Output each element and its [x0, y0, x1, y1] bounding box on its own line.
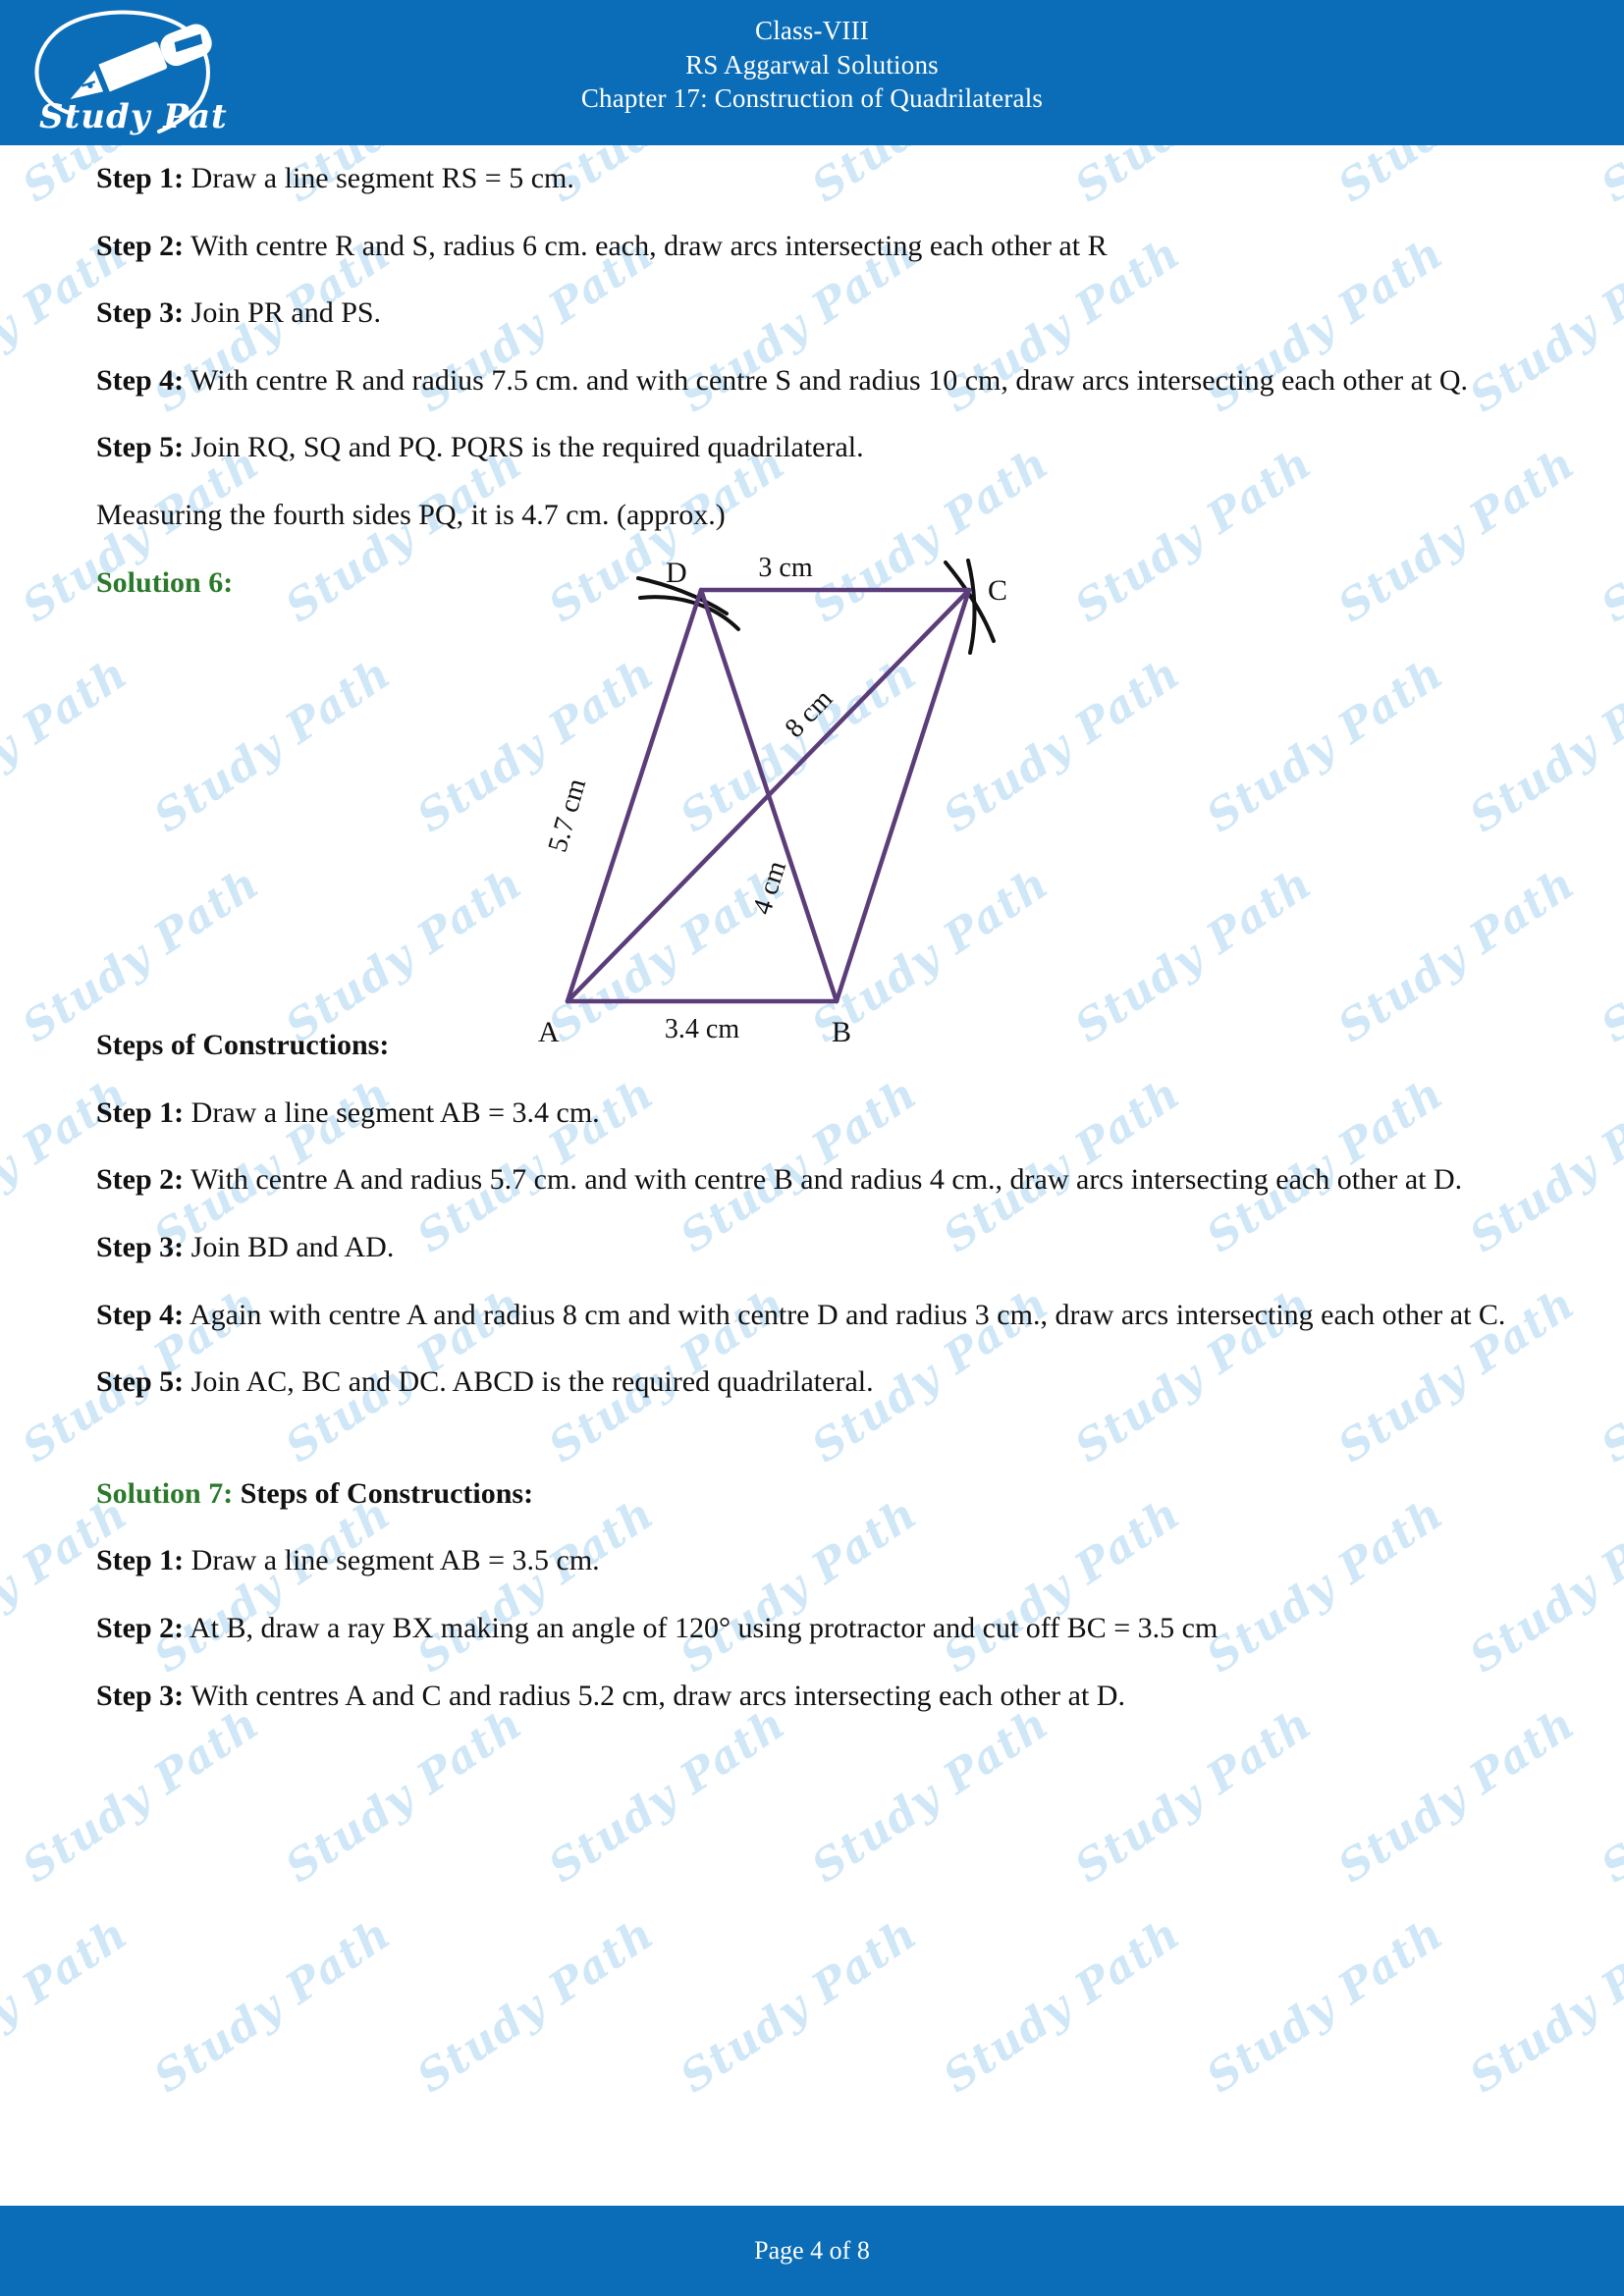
- watermark-text: Study Path: [408, 1908, 664, 2104]
- paragraph-step: Step 1: Draw a line segment AB = 3.4 cm.: [0, 1094, 1624, 1133]
- step-label: Step 2:: [96, 229, 185, 262]
- solution-7-heading: Solution 7: Steps of Constructions:: [0, 1474, 1624, 1514]
- watermark-text: Study Path: [1461, 1908, 1624, 2104]
- watermark-text: Study Path: [672, 1908, 927, 2104]
- paragraph-step: Step 2: With centre R and S, radius 6 cm…: [0, 227, 1624, 266]
- document-content: Step 1: Draw a line segment RS = 5 cm. S…: [0, 145, 1624, 1743]
- vertex-label-b: B: [832, 1016, 851, 1048]
- solution-7-heading-rest: Steps of Constructions:: [233, 1476, 534, 1510]
- header-chapter-line: Chapter 17: Construction of Quadrilatera…: [580, 83, 1044, 114]
- paragraph-measure: Measuring the fourth sides PQ, it is 4.7…: [0, 496, 1624, 535]
- edge-label-ad: 5.7 cm: [542, 775, 592, 856]
- step-text: With centre A and radius 5.7 cm. and wit…: [184, 1163, 1463, 1197]
- header-title-block: Class-VIII RS Aggarwal Solutions Chapter…: [0, 4, 1624, 116]
- paragraph-step: Step 4: Again with centre A and radius 8…: [0, 1296, 1624, 1335]
- page-number: Page 4 of 8: [754, 2236, 870, 2265]
- step-text: With centre R and S, radius 6 cm. each, …: [184, 229, 1108, 262]
- paragraph-step: Step 5: Join AC, BC and DC. ABCD is the …: [0, 1362, 1624, 1402]
- watermark-text: Study Path: [145, 1908, 401, 2104]
- watermark-text: Study Path: [935, 1908, 1190, 2104]
- step-text: Join RQ, SQ and PQ. PQRS is the required…: [184, 431, 864, 464]
- step-text: Draw a line segment AB = 3.4 cm.: [184, 1095, 600, 1129]
- measure-text: Measuring the fourth sides PQ, it is 4.7…: [96, 498, 726, 531]
- vertex-label-a: A: [538, 1016, 560, 1048]
- edge-label-bd: 4 cm: [747, 857, 793, 918]
- step-label: Step 5:: [96, 1365, 185, 1399]
- step-label: Step 3:: [96, 296, 185, 330]
- paragraph-step: Step 3: Join BD and AD.: [0, 1228, 1624, 1267]
- step-text: Join BD and AD.: [184, 1230, 395, 1263]
- header-book-line: RS Aggarwal Solutions: [685, 49, 939, 80]
- step-text: Join AC, BC and DC. ABCD is the required…: [184, 1365, 874, 1399]
- page-footer: Page 4 of 8: [0, 2206, 1624, 2296]
- paragraph-step: Step 3: With centres A and C and radius …: [0, 1677, 1624, 1716]
- quadrilateral-abcd-figure: A B C D 3 cm 3.4 cm 5.7 cm 8 cm 4 cm: [491, 555, 1100, 1075]
- paragraph-step: Step 4: With centre R and radius 7.5 cm.…: [0, 361, 1624, 400]
- step-text: Again with centre A and radius 8 cm and …: [184, 1298, 1506, 1331]
- watermark-text: Study Path: [0, 1908, 137, 2104]
- step-label: Step 2:: [96, 1611, 185, 1644]
- step-text: With centre R and radius 7.5 cm. and wit…: [184, 363, 1468, 397]
- document-page: Study Path Study Path Study Path Study Path…: [0, 0, 1624, 2296]
- solution-6-label: Solution 6:: [96, 565, 234, 599]
- step-label: Step 5:: [96, 431, 185, 464]
- step-label: Step 1:: [96, 1095, 185, 1129]
- vertex-label-d: D: [666, 557, 687, 589]
- step-text: Draw a line segment RS = 5 cm.: [184, 162, 574, 194]
- step-text: Join PR and PS.: [184, 296, 382, 330]
- steps-heading-text: Steps of Constructions:: [96, 1029, 390, 1062]
- step-label: Step 3:: [96, 1230, 185, 1263]
- paragraph-step: Step 2: With centre A and radius 5.7 cm.…: [0, 1160, 1624, 1200]
- vertex-label-c: C: [988, 574, 1007, 607]
- step-label: Step 4:: [96, 363, 185, 397]
- page-header: Study Path Class-VIII RS Aggarwal Soluti…: [0, 0, 1624, 145]
- step-text: Draw a line segment AB = 3.5 cm.: [184, 1544, 600, 1577]
- paragraph-step: Step 1: Draw a line segment AB = 3.5 cm.: [0, 1541, 1624, 1580]
- paragraph-step: Step 1: Draw a line segment RS = 5 cm.: [0, 145, 1624, 198]
- step-label: Step 3:: [96, 1679, 185, 1712]
- solution-7-label: Solution 7:: [96, 1476, 234, 1510]
- paragraph-step: Step 3: Join PR and PS.: [0, 294, 1624, 333]
- step-label: Step 1:: [96, 1544, 185, 1577]
- header-class-line: Class-VIII: [755, 16, 869, 45]
- edge-label-ab: 3.4 cm: [665, 1014, 739, 1044]
- step-label: Step 4:: [96, 1298, 185, 1331]
- step-text: At B, draw a ray BX making an angle of 1…: [184, 1611, 1218, 1644]
- paragraph-step: Step 5: Join RQ, SQ and PQ. PQRS is the …: [0, 428, 1624, 467]
- step-label: Step 2:: [96, 1163, 185, 1197]
- step-text: With centres A and C and radius 5.2 cm, …: [184, 1679, 1125, 1712]
- paragraph-step: Step 2: At B, draw a ray BX making an an…: [0, 1609, 1624, 1648]
- watermark-text: Study Path: [1198, 1908, 1453, 2104]
- edge-label-dc: 3 cm: [758, 555, 812, 583]
- step-label: Step 1:: [96, 162, 185, 194]
